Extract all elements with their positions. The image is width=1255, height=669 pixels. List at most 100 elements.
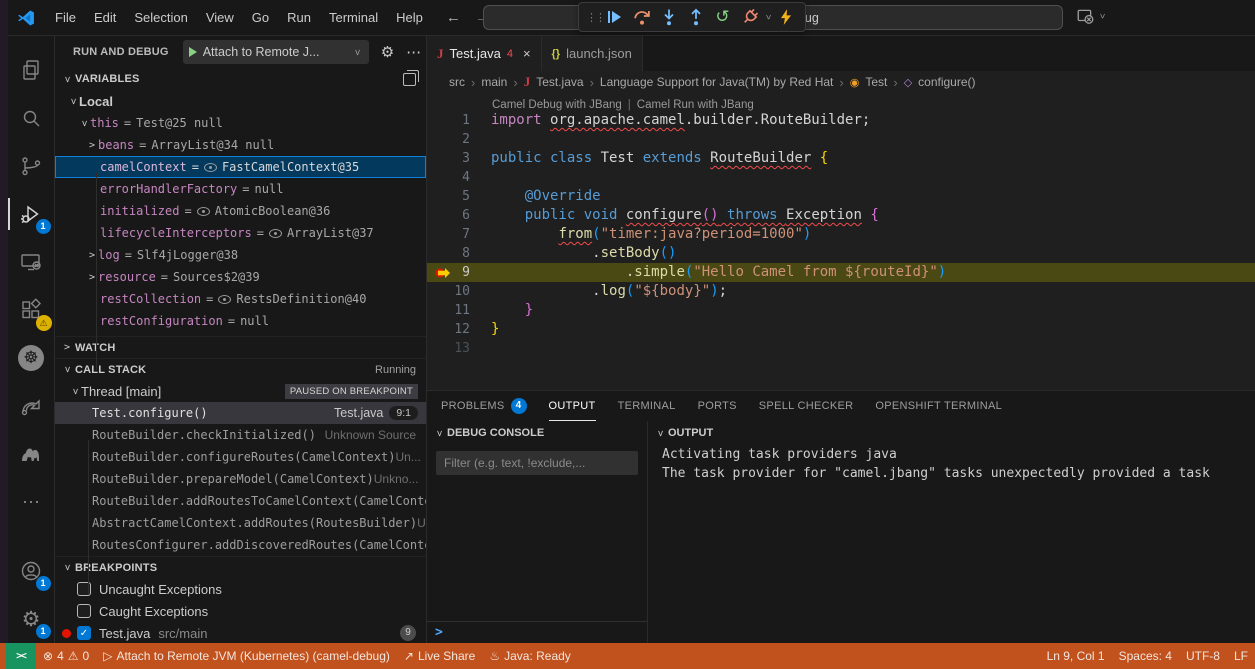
code-line[interactable]: 3public class Test extends RouteBuilder … xyxy=(427,149,1255,168)
menu-terminal[interactable]: Terminal xyxy=(320,6,387,30)
eye-icon[interactable] xyxy=(197,207,210,216)
restart-button[interactable]: ↺ xyxy=(710,5,735,29)
eye-icon[interactable] xyxy=(218,295,231,304)
debug-session-status[interactable]: ▷ Attach to Remote JVM (Kubernetes) (cam… xyxy=(96,643,397,669)
filter-input[interactable] xyxy=(436,456,638,470)
activity-extensions[interactable]: ⚠ xyxy=(8,286,55,334)
tab-ports[interactable]: PORTS xyxy=(698,391,737,421)
tab-openshift-terminal[interactable]: OPENSHIFT TERMINAL xyxy=(875,391,1002,421)
tab-output[interactable]: OUTPUT xyxy=(549,391,596,421)
code-line[interactable]: 1import org.apache.camel.builder.RouteBu… xyxy=(427,111,1255,130)
variable-row[interactable]: > log = Slf4jLogger@38 xyxy=(55,244,426,266)
checkbox-unchecked[interactable] xyxy=(77,604,91,618)
breakpoint-row[interactable]: ✓ Test.java src/main 9 xyxy=(55,622,426,643)
breakpoint-row[interactable]: Caught Exceptions xyxy=(55,600,426,622)
line-number[interactable]: 10 xyxy=(427,282,491,301)
paused-breakpoint-arrow-icon[interactable] xyxy=(435,265,451,281)
debug-console-filter[interactable] xyxy=(436,451,638,475)
line-number[interactable]: 11 xyxy=(427,301,491,320)
eye-icon[interactable] xyxy=(204,163,217,172)
codelens-camel-debug-link[interactable]: Camel Debug with JBang xyxy=(492,99,622,111)
debug-settings-gear-icon[interactable]: ⚙ xyxy=(381,43,394,61)
indentation-setting[interactable]: Spaces: 4 xyxy=(1112,643,1179,669)
breadcrumb-item[interactable]: Test.java xyxy=(536,75,583,89)
code-line[interactable]: 4 xyxy=(427,168,1255,187)
line-number[interactable]: 1 xyxy=(427,111,491,130)
code-line[interactable]: 8 .setBody() xyxy=(427,244,1255,263)
stack-frame-row[interactable]: RouteBuilder.prepareModel(CamelContext) … xyxy=(55,468,426,490)
cursor-position[interactable]: Ln 9, Col 1 xyxy=(1040,643,1112,669)
encoding-setting[interactable]: UTF-8 xyxy=(1179,643,1227,669)
activity-live-share[interactable] xyxy=(8,382,55,430)
live-share-status[interactable]: ↗ Live Share xyxy=(397,643,482,669)
line-number[interactable]: 6 xyxy=(427,206,491,225)
problems-status[interactable]: ⊗ 4 ⚠ 0 xyxy=(36,643,96,669)
remote-indicator[interactable]: >< xyxy=(6,643,36,669)
menu-file[interactable]: File xyxy=(46,6,85,30)
checkbox-checked[interactable]: ✓ xyxy=(77,626,91,640)
tab-launch-json[interactable]: {} launch.json xyxy=(542,36,643,71)
activity-kubernetes[interactable]: ☸ xyxy=(8,334,55,382)
variable-row[interactable]: lifecycleInterceptors = ArrayList@37 xyxy=(55,222,426,244)
line-number[interactable]: 12 xyxy=(427,320,491,339)
tab-spell-checker[interactable]: SPELL CHECKER xyxy=(759,391,854,421)
breadcrumb-item[interactable]: Language Support for Java(TM) by Red Hat xyxy=(600,75,833,89)
continue-button[interactable] xyxy=(602,5,627,29)
variable-row[interactable]: restConfiguration = null xyxy=(55,310,426,332)
nav-back-icon[interactable]: ← xyxy=(446,9,461,26)
java-status[interactable]: ♨ Java: Ready xyxy=(482,643,577,669)
activity-run-debug[interactable]: 1 xyxy=(8,190,55,238)
variable-row[interactable]: errorHandlerFactory = null xyxy=(55,178,426,200)
activity-source-control[interactable] xyxy=(8,142,55,190)
breadcrumb-item[interactable]: configure() xyxy=(918,75,975,89)
line-number[interactable]: 7 xyxy=(427,225,491,244)
activity-explorer[interactable] xyxy=(8,46,55,94)
variable-row[interactable]: restCollection = RestsDefinition@40 xyxy=(55,288,426,310)
output-header[interactable]: > OUTPUT xyxy=(648,421,1255,445)
variable-row-selected[interactable]: camelContext = FastCamelContext@35 xyxy=(55,156,426,178)
close-icon[interactable]: × xyxy=(523,46,531,61)
variables-scope-row[interactable]: > Local xyxy=(55,90,426,112)
line-number[interactable]: 4 xyxy=(427,168,491,187)
disconnect-button[interactable] xyxy=(737,5,762,29)
breakpoint-row[interactable]: Uncaught Exceptions xyxy=(55,578,426,600)
code-line[interactable]: 7 from("timer:java?period=1000") xyxy=(427,225,1255,244)
tab-terminal[interactable]: TERMINAL xyxy=(618,391,676,421)
variable-row[interactable]: initialized = AtomicBoolean@36 xyxy=(55,200,426,222)
stack-frame-row[interactable]: RouteBuilder.configureRoutes(CamelContex… xyxy=(55,446,426,468)
debug-console-header[interactable]: > DEBUG CONSOLE xyxy=(427,421,647,445)
code-line[interactable]: 10 .log("${body}"); xyxy=(427,282,1255,301)
code-line[interactable]: 11 } xyxy=(427,301,1255,320)
stack-frame-row[interactable]: RouteBuilder.checkInitialized() Unknown … xyxy=(55,424,426,446)
eye-icon[interactable] xyxy=(269,229,282,238)
line-number[interactable]: 8 xyxy=(427,244,491,263)
code-line[interactable]: 5 @Override xyxy=(427,187,1255,206)
eol-setting[interactable]: LF xyxy=(1227,643,1255,669)
codelens-camel-run-link[interactable]: Camel Run with JBang xyxy=(637,99,754,111)
breadcrumb-item[interactable]: Test xyxy=(865,75,887,89)
code-line[interactable]: 13 xyxy=(427,339,1255,358)
variables-section-header[interactable]: > VARIABLES xyxy=(55,68,426,90)
variable-row[interactable]: > beans = ArrayList@34 null xyxy=(55,134,426,156)
activity-more[interactable]: ⋯ xyxy=(8,478,55,526)
debug-more-actions-icon[interactable]: ⋯ xyxy=(406,43,421,61)
activity-camel[interactable] xyxy=(8,430,55,478)
launch-config-dropdown[interactable]: Attach to Remote J... > xyxy=(183,40,369,64)
code-editor[interactable]: Camel Debug with JBang | Camel Run with … xyxy=(427,93,1255,390)
code-line[interactable]: 12} xyxy=(427,320,1255,339)
thread-row[interactable]: > Thread [main] PAUSED ON BREAKPOINT xyxy=(55,380,426,402)
line-number[interactable]: 5 xyxy=(427,187,491,206)
menu-selection[interactable]: Selection xyxy=(125,6,196,30)
activity-remote-explorer[interactable] xyxy=(8,238,55,286)
breadcrumb-item[interactable]: src xyxy=(449,75,465,89)
code-line-current[interactable]: 9 .simple("Hello Camel from ${routeId}") xyxy=(427,263,1255,282)
menu-help[interactable]: Help xyxy=(387,6,432,30)
variable-row[interactable]: > resource = Sources$2@39 xyxy=(55,266,426,288)
code-line[interactable]: 2 xyxy=(427,130,1255,149)
stack-frame-row[interactable]: RouteBuilder.addRoutesToCamelContext(Cam… xyxy=(55,490,426,512)
stack-frame-row[interactable]: Test.configure() Test.java 9:1 xyxy=(55,402,426,424)
code-line[interactable]: 6 public void configure() throws Excepti… xyxy=(427,206,1255,225)
activity-settings[interactable]: ⚙ 1 xyxy=(8,595,55,643)
start-debug-icon[interactable] xyxy=(189,47,197,57)
stack-frame-row[interactable]: AbstractCamelContext.addRoutes(RoutesBui… xyxy=(55,512,426,534)
